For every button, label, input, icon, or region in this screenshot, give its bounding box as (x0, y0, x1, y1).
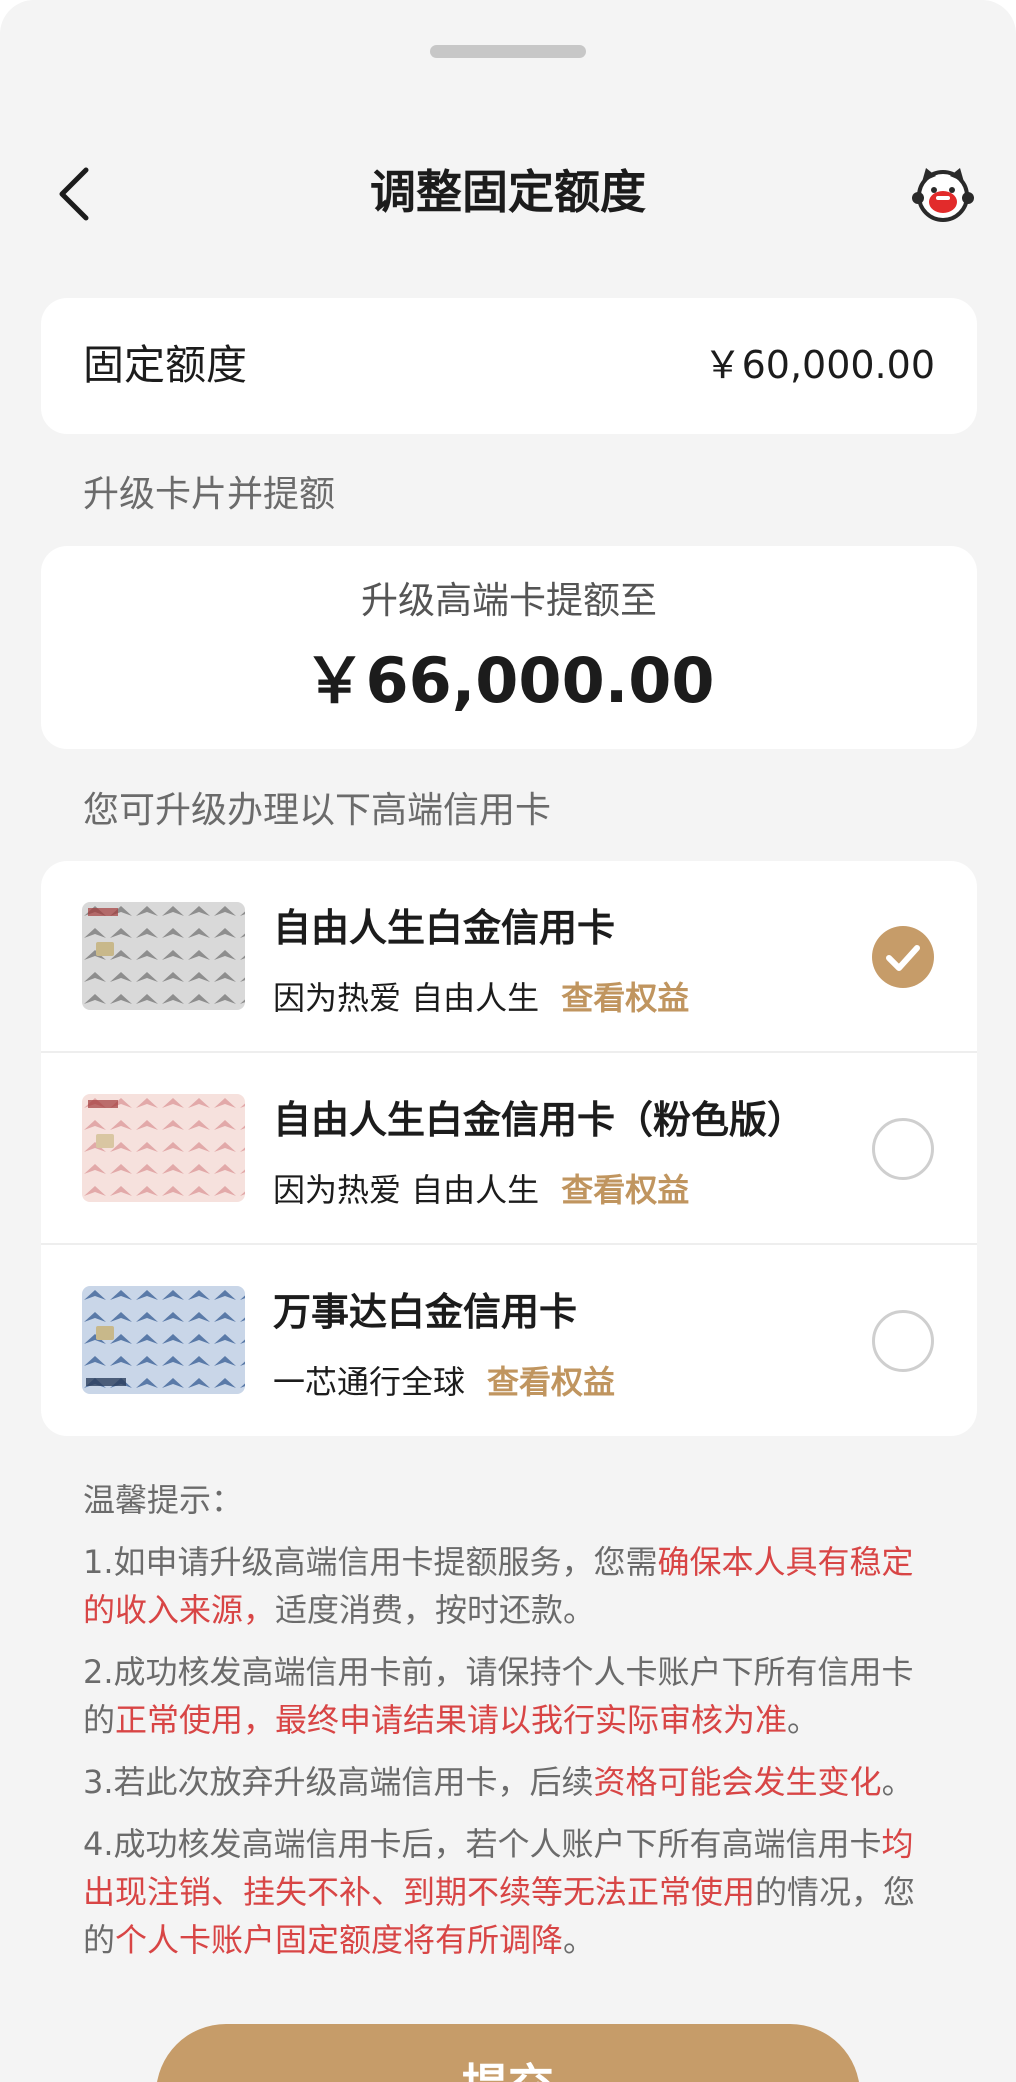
card-options-label: 您可升级办理以下高端信用卡 (83, 790, 552, 831)
mascot-icon (912, 168, 974, 222)
card-tagline: 一芯通行全球 (273, 1363, 466, 1401)
card-thumbnail-mastercard (82, 1286, 245, 1394)
card-description: 因为热爱 自由人生 查看权益 (273, 1167, 689, 1213)
card-select-radio[interactable] (872, 926, 934, 988)
tip-item: 1.如申请升级高端信用卡提额服务，您需确保本人具有稳定的收入来源，适度消费，按时… (83, 1543, 914, 1629)
view-benefits-link[interactable]: 查看权益 (561, 1171, 689, 1209)
card-thumbnail-platinum (82, 902, 245, 1010)
card-description: 因为热爱 自由人生 查看权益 (273, 975, 689, 1021)
card-name: 自由人生白金信用卡（粉色版） (273, 1098, 806, 1142)
card-name: 万事达白金信用卡 (273, 1290, 578, 1334)
submit-button[interactable]: 提交 (156, 2024, 860, 2082)
view-benefits-link[interactable]: 查看权益 (487, 1363, 615, 1401)
card-name: 自由人生白金信用卡 (273, 906, 616, 950)
tip-item: 4.成功核发高端信用卡后，若个人账户下所有高端信用卡均出现注销、挂失不补、到期不… (83, 1825, 916, 1959)
card-select-radio[interactable] (872, 1310, 934, 1372)
submit-label: 提交 (156, 2024, 860, 2082)
tip-item: 3.若此次放弃升级高端信用卡，后续资格可能会发生变化。 (83, 1763, 914, 1801)
mascot-button[interactable] (908, 164, 978, 224)
card-option-row[interactable]: 自由人生白金信用卡（粉色版） 因为热爱 自由人生 查看权益 (41, 1053, 977, 1245)
card-thumbnail-pink (82, 1094, 245, 1202)
card-tagline: 因为热爱 自由人生 (273, 1171, 540, 1209)
card-option-row[interactable]: 自由人生白金信用卡 因为热爱 自由人生 查看权益 (41, 861, 977, 1053)
upgrade-subtitle: 升级高端卡提额至 (361, 579, 657, 622)
card-options-list: 自由人生白金信用卡 因为热爱 自由人生 查看权益 自由人生白金信用卡（粉色版） … (41, 861, 977, 1436)
card-option-row[interactable]: 万事达白金信用卡 一芯通行全球 查看权益 (41, 1245, 977, 1437)
upgrade-amount-card: 升级高端卡提额至 ￥66,000.00 (41, 546, 977, 749)
upgrade-section-label: 升级卡片并提额 (83, 474, 336, 515)
sheet-drag-handle[interactable] (430, 45, 586, 58)
view-benefits-link[interactable]: 查看权益 (561, 979, 689, 1017)
fixed-quota-value: ￥60,000.00 (703, 343, 935, 387)
card-select-radio[interactable] (872, 1118, 934, 1180)
page-title: 调整固定额度 (370, 165, 646, 219)
upgrade-amount: ￥66,000.00 (303, 644, 715, 717)
check-icon (886, 945, 920, 971)
card-description: 一芯通行全球 查看权益 (273, 1359, 615, 1405)
card-tagline: 因为热爱 自由人生 (273, 979, 540, 1017)
fixed-quota-label: 固定额度 (83, 341, 247, 389)
fixed-quota-card: 固定额度 ￥60,000.00 (41, 298, 977, 434)
tip-item: 2.成功核发高端信用卡前，请保持个人卡账户下所有信用卡的正常使用，最终申请结果请… (83, 1653, 914, 1739)
tips-section: 温馨提示： 1.如申请升级高端信用卡提额服务，您需确保本人具有稳定的收入来源，适… (83, 1476, 943, 1978)
tips-title: 温馨提示： (83, 1481, 244, 1519)
bottom-sheet: 调整固定额度 固定额度 ￥60,000.00 升级卡片并提额 升级高端卡提额至 … (0, 0, 1016, 2082)
